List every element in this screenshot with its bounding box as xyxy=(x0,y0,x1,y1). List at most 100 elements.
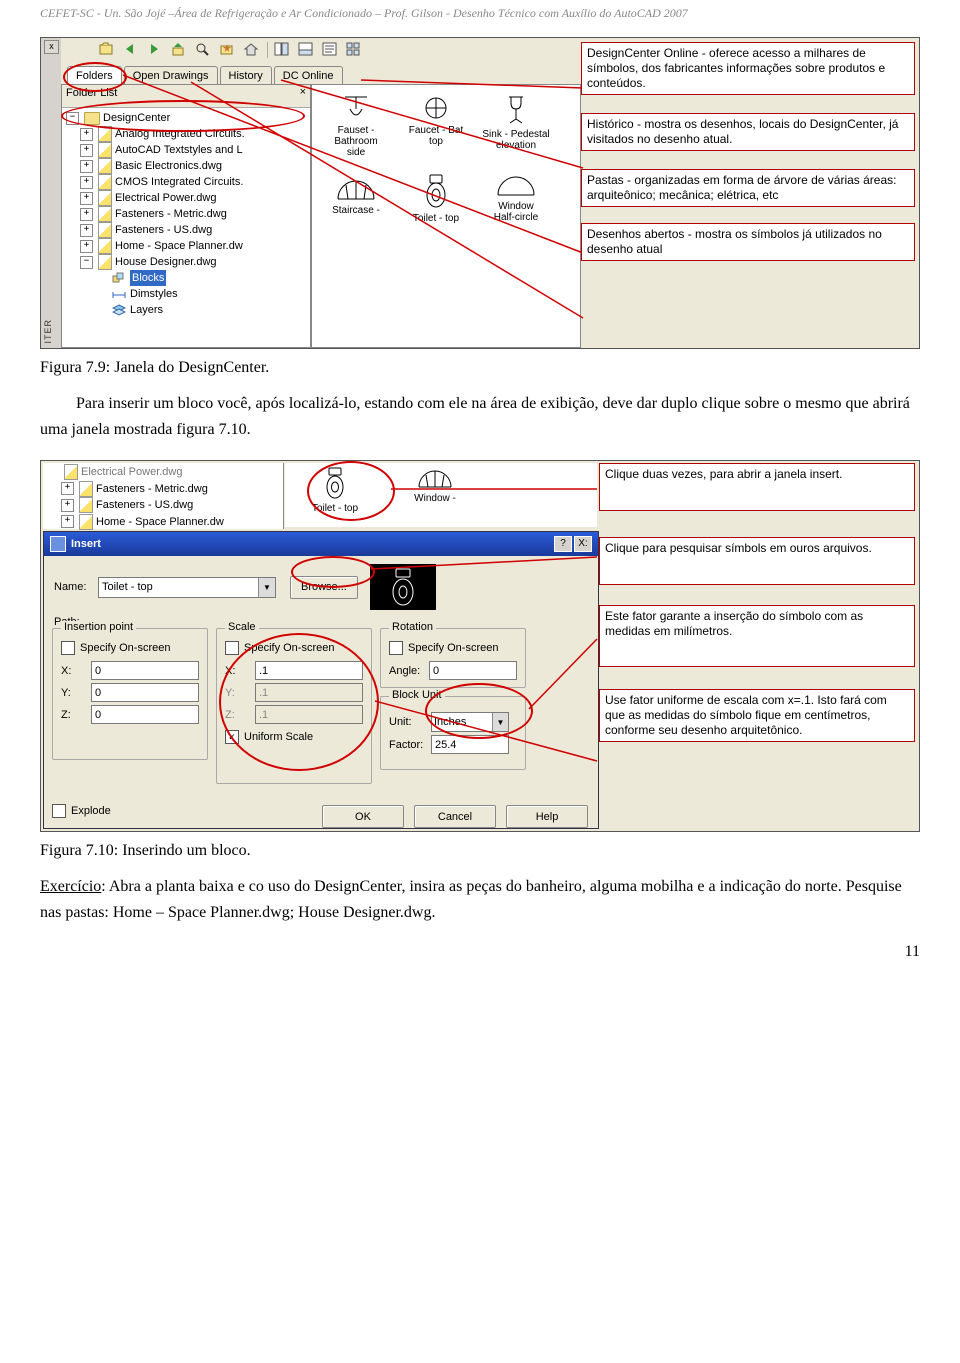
specify-on-screen-label: Specify On-screen xyxy=(80,642,170,654)
load-icon[interactable] xyxy=(99,42,117,58)
annotation-browse: Clique para pesquisar símbols em ouros a… xyxy=(599,537,915,585)
tab-folders[interactable]: Folders xyxy=(67,66,122,84)
folder-list-label: Folder List xyxy=(66,87,117,99)
scale-x-input[interactable]: .1 xyxy=(255,661,363,680)
block-thumb[interactable]: Fauset - Bathroomside xyxy=(316,89,396,169)
tree-item[interactable]: Fasteners - Metric.dwg xyxy=(96,481,208,497)
x-input[interactable]: 0 xyxy=(91,661,199,680)
expand-icon[interactable]: + xyxy=(80,144,93,157)
tree-root[interactable]: DesignCenter xyxy=(103,110,170,126)
expand-icon[interactable]: + xyxy=(80,160,93,173)
checkbox[interactable] xyxy=(52,804,66,818)
tree-item[interactable]: Fasteners - Metric.dwg xyxy=(115,206,227,222)
up-icon[interactable] xyxy=(171,42,189,58)
dialog-titlebar[interactable]: Insert ? X: xyxy=(44,532,598,556)
annotation-factor: Este fator garante a inserção do símbolo… xyxy=(599,605,915,667)
checkbox[interactable] xyxy=(225,641,239,655)
expand-icon[interactable]: + xyxy=(61,499,74,512)
tab-dc-online[interactable]: DC Online xyxy=(274,66,343,84)
block-thumb[interactable]: Staircase - xyxy=(316,169,396,249)
description-icon[interactable] xyxy=(322,42,340,58)
tree-toggle-icon[interactable] xyxy=(274,42,292,58)
page-number: 11 xyxy=(40,943,920,961)
palette-grip[interactable]: x ITER xyxy=(41,38,61,348)
close-icon[interactable]: x xyxy=(44,40,59,54)
tree-item[interactable]: Analog Integrated Circuits. xyxy=(115,126,245,142)
tree-layers[interactable]: Layers xyxy=(130,302,163,318)
tree-item[interactable]: Basic Electronics.dwg xyxy=(115,158,222,174)
name-combo[interactable]: Toilet - top ▼ xyxy=(98,577,276,598)
expand-icon[interactable]: + xyxy=(80,128,93,141)
search-icon[interactable] xyxy=(195,42,213,58)
angle-input[interactable]: 0 xyxy=(429,661,517,680)
unit-combo[interactable]: Inches▼ xyxy=(431,712,509,732)
annotation-history: Histórico - mostra os desenhos, locais d… xyxy=(581,113,915,151)
tree-item[interactable]: Home - Space Planner.dw xyxy=(115,238,243,254)
specify-on-screen-label: Specify On-screen xyxy=(408,642,498,654)
chevron-down-icon[interactable]: ▼ xyxy=(492,713,508,731)
browse-button[interactable]: Browse... xyxy=(290,576,358,599)
forward-icon[interactable] xyxy=(147,42,165,58)
tree-item[interactable]: Home - Space Planner.dw xyxy=(96,514,224,530)
thumb-label: Sink - Pedestal xyxy=(482,129,549,140)
y-label: Y: xyxy=(225,687,255,699)
close-pane-icon[interactable]: × xyxy=(300,86,306,98)
dwg-icon xyxy=(98,158,112,174)
tab-open-drawings[interactable]: Open Drawings xyxy=(124,66,218,84)
checkbox[interactable] xyxy=(61,641,75,655)
dwg-icon xyxy=(98,126,112,142)
thumb-label: Staircase - xyxy=(332,205,380,216)
content-thumbs-fragment: Toilet - top Window - xyxy=(285,463,597,527)
tree-item[interactable]: CMOS Integrated Circuits. xyxy=(115,174,243,190)
close-icon[interactable]: X: xyxy=(574,536,592,552)
help-icon[interactable]: ? xyxy=(554,536,572,552)
collapse-icon[interactable]: − xyxy=(66,112,79,125)
cancel-button[interactable]: Cancel xyxy=(414,805,496,828)
dwg-icon xyxy=(79,514,93,530)
z-input[interactable]: 0 xyxy=(91,705,199,724)
expand-icon[interactable]: + xyxy=(80,176,93,189)
tree-dimstyles[interactable]: Dimstyles xyxy=(130,286,178,302)
tree-blocks[interactable]: Blocks xyxy=(130,270,166,286)
preview-icon[interactable] xyxy=(298,42,316,58)
ok-button[interactable]: OK xyxy=(322,805,404,828)
block-thumb-window[interactable]: Window - xyxy=(385,463,485,525)
checkbox[interactable] xyxy=(389,641,403,655)
chevron-down-icon[interactable]: ▼ xyxy=(258,578,275,597)
thumb-label: Window xyxy=(498,201,534,212)
expand-icon[interactable]: + xyxy=(80,192,93,205)
collapse-icon[interactable]: − xyxy=(80,256,93,269)
help-button[interactable]: Help xyxy=(506,805,588,828)
block-thumb[interactable]: Faucet - Battop xyxy=(396,89,476,169)
tree-item[interactable]: Electrical Power.dwg xyxy=(115,190,217,206)
expand-icon[interactable]: + xyxy=(80,224,93,237)
back-icon[interactable] xyxy=(123,42,141,58)
tree-item[interactable]: Fasteners - US.dwg xyxy=(115,222,212,238)
tab-history[interactable]: History xyxy=(220,66,272,84)
dialog-title: Insert xyxy=(71,538,101,550)
tree-item[interactable]: Electrical Power.dwg xyxy=(81,464,183,480)
tree-item[interactable]: Fasteners - US.dwg xyxy=(96,497,193,513)
expand-icon[interactable]: + xyxy=(80,240,93,253)
angle-label: Angle: xyxy=(389,665,429,677)
expand-icon[interactable]: + xyxy=(61,482,74,495)
expand-icon[interactable]: + xyxy=(61,515,74,528)
group-block-unit: Block Unit xyxy=(389,689,445,701)
favorites-icon[interactable] xyxy=(219,42,237,58)
factor-input[interactable]: 25.4 xyxy=(431,735,509,754)
expand-icon[interactable]: + xyxy=(80,208,93,221)
views-icon[interactable] xyxy=(346,42,364,58)
home-icon[interactable] xyxy=(243,42,261,58)
block-thumb[interactable]: Sink - Pedestalelevation xyxy=(476,89,556,169)
y-input[interactable]: 0 xyxy=(91,683,199,702)
folder-tree[interactable]: − DesignCenter + Analog Integrated Circui… xyxy=(62,108,310,320)
tree-item[interactable]: House Designer.dwg xyxy=(115,254,217,270)
annotation-uniform-scale: Use fator uniforme de escala com x=.1. I… xyxy=(599,689,915,742)
annotation-open-drawings: Desenhos abertos - mostra os símbolos já… xyxy=(581,223,915,261)
block-thumb-toilet[interactable]: Toilet - top xyxy=(285,463,385,525)
checkbox-checked[interactable]: ✓ xyxy=(225,730,239,744)
block-thumb[interactable]: Toilet - top xyxy=(396,169,476,249)
block-thumb[interactable]: WindowHalf-circle xyxy=(476,169,556,249)
thumb-label: Half-circle xyxy=(494,212,538,223)
tree-item[interactable]: AutoCAD Textstyles and L xyxy=(115,142,243,158)
